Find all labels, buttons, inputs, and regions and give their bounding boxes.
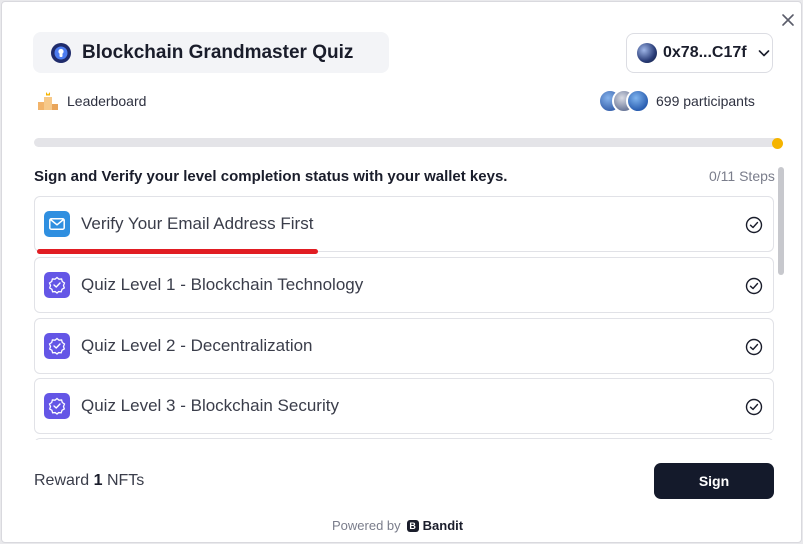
powered-by[interactable]: Powered by B Bandit xyxy=(332,518,463,533)
check-circle-icon xyxy=(745,398,763,416)
task-row-quiz-level-2[interactable]: Quiz Level 2 - Decentralization xyxy=(34,318,774,374)
task-row-next[interactable] xyxy=(34,438,774,440)
leaderboard-label: Leaderboard xyxy=(67,93,147,109)
brand-name: Bandit xyxy=(422,518,464,533)
quiz-title-box: Blockchain Grandmaster Quiz xyxy=(33,32,389,73)
reward-suffix: NFTs xyxy=(106,472,145,489)
instruction-text: Sign and Verify your level completion st… xyxy=(34,168,508,185)
page-title: Blockchain Grandmaster Quiz xyxy=(82,41,354,63)
close-icon[interactable] xyxy=(780,12,796,28)
scrollbar[interactable] xyxy=(778,167,784,275)
reward-count: 1 xyxy=(93,472,103,489)
wallet-avatar xyxy=(637,43,657,63)
participant-avatar xyxy=(626,89,650,113)
reward-text: Reward 1 NFTs xyxy=(34,472,144,490)
check-circle-icon xyxy=(745,338,763,356)
powered-by-label: Powered by xyxy=(332,518,401,533)
task-row-quiz-level-3[interactable]: Quiz Level 3 - Blockchain Security xyxy=(34,378,774,434)
participants-summary: 699 participants xyxy=(598,89,755,113)
quiz-badge-icon xyxy=(44,272,70,298)
task-row-quiz-level-1[interactable]: Quiz Level 1 - Blockchain Technology xyxy=(34,257,774,313)
task-list: Verify Your Email Address First Quiz Lev… xyxy=(34,196,774,440)
wallet-address: 0x78...C17f xyxy=(663,44,747,61)
participants-count: 699 participants xyxy=(656,93,755,109)
reward-prefix: Reward xyxy=(34,472,90,489)
quiz-badge-icon xyxy=(44,333,70,359)
check-circle-icon xyxy=(745,277,763,295)
task-label: Quiz Level 2 - Decentralization xyxy=(81,336,313,355)
bandit-logo-icon: B xyxy=(406,519,419,532)
podium-icon xyxy=(38,92,58,110)
task-label: Quiz Level 3 - Blockchain Security xyxy=(81,396,339,415)
task-label: Verify Your Email Address First xyxy=(81,214,314,233)
progress-bar xyxy=(34,138,779,147)
quiz-logo-icon xyxy=(51,42,71,63)
sign-button[interactable]: Sign xyxy=(654,463,774,499)
chevron-down-icon xyxy=(758,50,769,57)
wallet-dropdown[interactable]: 0x78...C17f xyxy=(626,33,773,73)
mail-icon xyxy=(44,211,70,237)
steps-counter: 0/11 Steps xyxy=(709,168,775,184)
progress-indicator xyxy=(772,138,783,149)
task-row-verify-email[interactable]: Verify Your Email Address First xyxy=(34,196,774,252)
highlight-underline xyxy=(37,249,318,254)
leaderboard-link[interactable]: Leaderboard xyxy=(37,90,146,112)
quiz-badge-icon xyxy=(44,393,70,419)
quiz-modal: Blockchain Grandmaster Quiz 0x78...C17f … xyxy=(1,1,802,543)
check-circle-icon xyxy=(745,216,763,234)
task-label: Quiz Level 1 - Blockchain Technology xyxy=(81,275,364,294)
